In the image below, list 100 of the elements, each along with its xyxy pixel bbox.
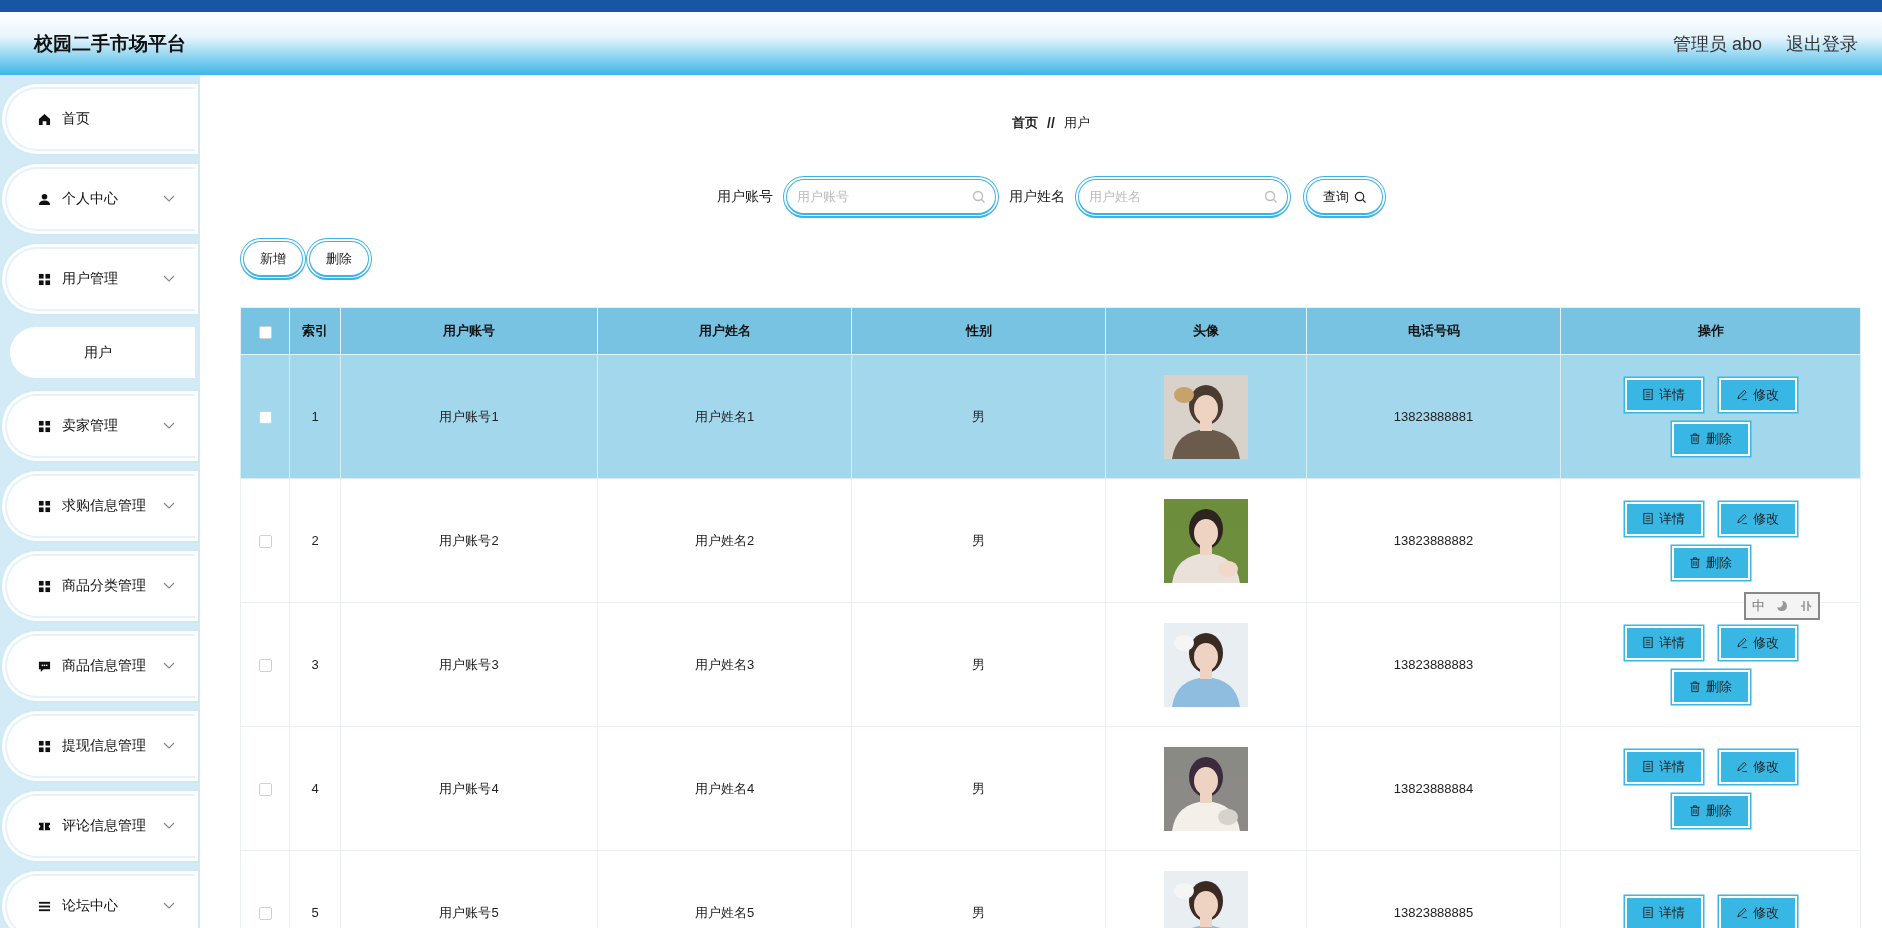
breadcrumb-link[interactable]: 用户 [1063, 114, 1090, 132]
search-field[interactable]: 用户账号 [782, 176, 999, 218]
search-icon [1353, 190, 1366, 203]
grid-icon [38, 579, 51, 593]
pen-icon [1736, 388, 1748, 401]
table-cell: 用户姓名5 [694, 904, 755, 920]
table-cell: 用户姓名4 [694, 780, 755, 796]
table-row[interactable]: 5 用户账号5 用户姓名5 男 13823888885 详情 修改 [240, 850, 1861, 928]
trash-icon [1689, 556, 1701, 569]
table-cell: 用户账号1 [439, 408, 499, 424]
table-cell: 1 [311, 409, 319, 424]
checkbox[interactable] [258, 659, 272, 673]
detail-button[interactable]: 详情 [1624, 895, 1703, 928]
table-cell: 男 [972, 532, 985, 548]
field-label: 用户账号 [716, 188, 773, 206]
delete-button[interactable]: 删除 [1671, 421, 1750, 456]
document-icon [1642, 512, 1654, 525]
table-cell: 13823888884 [1393, 781, 1474, 796]
table-cell: 4 [311, 781, 319, 796]
document-icon [1642, 906, 1654, 919]
table-cell: 13823888881 [1393, 409, 1474, 424]
table-cell: 用户账号5 [439, 904, 499, 920]
document-icon [1642, 388, 1654, 401]
breadcrumb-separator: // [1047, 115, 1055, 131]
document-icon [1642, 760, 1654, 773]
table-cell: 13823888882 [1393, 533, 1474, 548]
table-row[interactable]: 4 用户账号4 用户姓名4 男 13823888884 详情 修改 删除 [240, 726, 1861, 851]
table-cell: 男 [972, 780, 985, 796]
home-icon [38, 112, 51, 126]
menu-label: 首页 [62, 110, 91, 128]
delete-button[interactable]: 删除 [1671, 545, 1750, 580]
table-cell: 13823888883 [1393, 657, 1474, 672]
search-field[interactable]: 用户姓名 [1074, 176, 1291, 218]
column-header: 用户账号 [443, 323, 495, 338]
grid-icon [38, 419, 51, 433]
pen-icon [1736, 512, 1748, 525]
checkbox[interactable] [258, 907, 272, 921]
trash-icon [1689, 432, 1701, 445]
action-button[interactable]: 新增 [240, 238, 306, 280]
moon-icon [1776, 600, 1789, 612]
column-header: 用户姓名 [698, 323, 751, 338]
table-cell: 男 [972, 408, 985, 424]
menu-label: 个人中心 [62, 190, 119, 208]
delete-button[interactable]: 删除 [1671, 793, 1750, 828]
table-cell: 2 [311, 533, 319, 548]
column-header: 头像 [1193, 323, 1219, 338]
trash-icon [1689, 680, 1701, 693]
search-icon [1263, 190, 1277, 203]
column-header: 索引 [302, 323, 328, 338]
menu-label: 用户管理 [62, 270, 119, 288]
detail-button[interactable]: 详情 [1624, 749, 1703, 784]
table-cell: 用户账号2 [439, 532, 499, 548]
punctuation-icon [1800, 600, 1813, 612]
table-row[interactable]: 1 用户账号1 用户姓名1 男 13823888881 详情 修改 删除 [240, 354, 1861, 479]
detail-button[interactable]: 详情 [1624, 377, 1703, 412]
grid-icon [38, 499, 51, 513]
search-button[interactable]: 查询 [1302, 176, 1386, 218]
detail-button[interactable]: 详情 [1624, 625, 1703, 660]
pen-icon [1736, 636, 1748, 649]
list-icon [38, 899, 51, 913]
chat-icon [38, 659, 51, 673]
edit-button[interactable]: 修改 [1718, 895, 1797, 928]
trash-icon [1689, 804, 1701, 817]
pen-icon [1736, 906, 1748, 919]
menu-label: 论坛中心 [62, 897, 119, 915]
detail-button[interactable]: 详情 [1624, 501, 1703, 536]
column-header: 电话号码 [1407, 323, 1460, 338]
edit-button[interactable]: 修改 [1718, 377, 1797, 412]
checkbox[interactable] [258, 411, 272, 425]
checkbox[interactable] [258, 325, 272, 339]
menu-label: 评论信息管理 [62, 817, 147, 835]
menu-label: 提现信息管理 [62, 737, 147, 755]
table-cell: 男 [972, 904, 985, 920]
table-cell: 5 [311, 905, 319, 920]
column-header: 操作 [1697, 323, 1724, 338]
menu-label: 商品信息管理 [62, 657, 147, 675]
document-icon [1642, 636, 1654, 649]
checkbox[interactable] [258, 783, 272, 797]
table-cell: 用户账号3 [439, 656, 499, 672]
person-icon [38, 192, 51, 206]
edit-button[interactable]: 修改 [1718, 749, 1797, 784]
menu-label: 商品分类管理 [62, 577, 147, 595]
checkbox[interactable] [258, 535, 272, 549]
search-icon [971, 190, 985, 203]
delete-button[interactable]: 删除 [1671, 669, 1750, 704]
table-cell: 用户姓名1 [694, 408, 755, 424]
breadcrumb-link[interactable]: 首页 [1012, 114, 1039, 132]
edit-button[interactable]: 修改 [1718, 501, 1797, 536]
logout-link[interactable]: 退出登录 [1786, 31, 1858, 56]
table-cell: 用户账号4 [439, 780, 499, 796]
menu-label: 卖家管理 [62, 417, 119, 435]
action-button[interactable]: 删除 [306, 238, 372, 280]
table-cell: 13823888885 [1393, 905, 1474, 920]
table-cell: 男 [972, 656, 985, 672]
menu-label: 求购信息管理 [62, 497, 147, 515]
submenu-item[interactable]: 用户 [10, 327, 195, 378]
table-cell: 3 [311, 657, 319, 672]
site-title: 校园二手市场平台 [34, 31, 186, 56]
column-header: 性别 [965, 323, 992, 338]
edit-button[interactable]: 修改 [1718, 625, 1797, 660]
